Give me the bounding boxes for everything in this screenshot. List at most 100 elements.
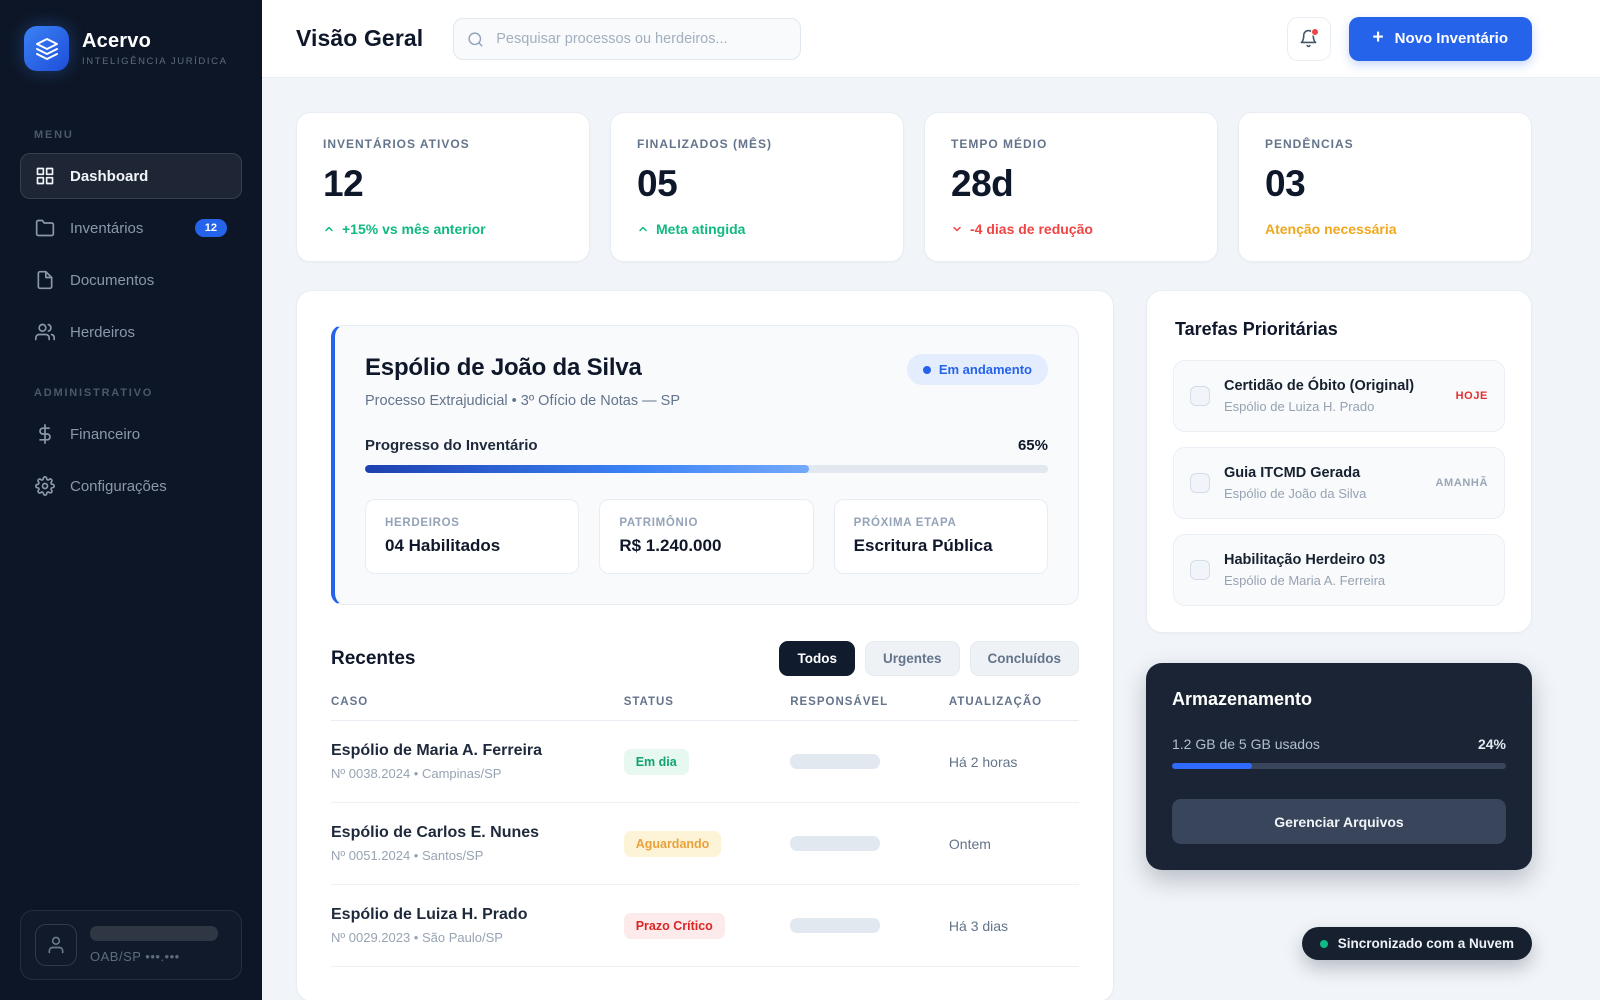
sync-status-label: Sincronizado com a Nuvem bbox=[1338, 936, 1514, 951]
main-column: Visão Geral + Novo Inventário INVEN bbox=[262, 0, 1600, 1000]
stat-value: 03 bbox=[1265, 163, 1505, 205]
stat-delta: Atenção necessária bbox=[1265, 221, 1505, 237]
manage-files-button[interactable]: Gerenciar Arquivos bbox=[1172, 799, 1506, 844]
table-row[interactable]: Espólio de Carlos E. Nunes Nº 0051.2024 … bbox=[331, 803, 1079, 885]
stat-label: TEMPO MÉDIO bbox=[951, 137, 1191, 151]
notifications-button[interactable] bbox=[1287, 17, 1331, 61]
stat-value: 12 bbox=[323, 163, 563, 205]
sidebar-item-inventarios[interactable]: Inventários 12 bbox=[20, 205, 242, 251]
priority-tasks-panel: Tarefas Prioritárias Certidão de Óbito (… bbox=[1146, 290, 1532, 633]
table-header: CASO STATUS RESPONSÁVEL ATUALIZAÇÃO bbox=[331, 696, 1079, 721]
task-item[interactable]: Guia ITCMD Gerada Espólio de João da Sil… bbox=[1173, 447, 1505, 519]
storage-panel: Armazenamento 1.2 GB de 5 GB usados 24% … bbox=[1146, 663, 1532, 870]
sidebar-item-label: Herdeiros bbox=[70, 324, 135, 341]
table-row[interactable]: Espólio de Maria A. Ferreira Nº 0038.202… bbox=[331, 721, 1079, 803]
gear-icon bbox=[35, 476, 55, 496]
featured-case-card: Espólio de João da Silva Em andamento Pr… bbox=[331, 325, 1079, 605]
sidebar-item-dashboard[interactable]: Dashboard bbox=[20, 153, 242, 199]
folder-icon bbox=[35, 218, 55, 238]
stats-row: INVENTÁRIOS ATIVOS 12 +15% vs mês anteri… bbox=[296, 112, 1532, 262]
stat-delta: +15% vs mês anterior bbox=[323, 221, 563, 237]
case-name: Espólio de Carlos E. Nunes bbox=[331, 824, 624, 842]
progress-label: Progresso do Inventário bbox=[365, 437, 538, 454]
sidebar-item-label: Financeiro bbox=[70, 426, 140, 443]
user-oab-label: OAB/SP •••.••• bbox=[90, 949, 218, 964]
task-checkbox[interactable] bbox=[1190, 560, 1210, 580]
avatar bbox=[35, 924, 77, 966]
responsavel-skeleton bbox=[790, 754, 880, 769]
status-dot-icon bbox=[923, 366, 931, 374]
storage-progress-fill bbox=[1172, 763, 1252, 769]
sidebar-item-documentos[interactable]: Documentos bbox=[20, 257, 242, 303]
filter-urgentes[interactable]: Urgentes bbox=[865, 641, 960, 676]
chevron-up-icon bbox=[637, 223, 649, 235]
tasks-title: Tarefas Prioritárias bbox=[1175, 319, 1505, 340]
recents-table: CASO STATUS RESPONSÁVEL ATUALIZAÇÃO Espó… bbox=[331, 696, 1079, 967]
table-row[interactable]: Espólio de Luiza H. Prado Nº 0029.2023 •… bbox=[331, 885, 1079, 967]
task-subtitle: Espólio de Maria A. Ferreira bbox=[1224, 573, 1474, 588]
task-item[interactable]: Habilitação Herdeiro 03 Espólio de Maria… bbox=[1173, 534, 1505, 606]
stat-card-finalizados: FINALIZADOS (MÊS) 05 Meta atingida bbox=[610, 112, 904, 262]
cloud-sync-badge: Sincronizado com a Nuvem bbox=[1302, 927, 1532, 960]
layers-icon bbox=[35, 37, 59, 61]
status-badge: Em andamento bbox=[907, 354, 1048, 385]
case-meta: Nº 0038.2024 • Campinas/SP bbox=[331, 766, 624, 781]
task-checkbox[interactable] bbox=[1190, 473, 1210, 493]
stat-delta: -4 dias de redução bbox=[951, 221, 1191, 237]
case-meta: Nº 0051.2024 • Santos/SP bbox=[331, 848, 624, 863]
stat-label: INVENTÁRIOS ATIVOS bbox=[323, 137, 563, 151]
brand-name: Acervo bbox=[82, 30, 228, 53]
task-checkbox[interactable] bbox=[1190, 386, 1210, 406]
inventory-progress-fill bbox=[365, 465, 809, 473]
menu-section-label: MENU bbox=[34, 129, 242, 141]
notification-dot bbox=[1311, 28, 1319, 36]
plus-icon: + bbox=[1373, 28, 1384, 47]
admin-section-label: ADMINISTRATIVO bbox=[34, 387, 242, 399]
chevron-down-icon bbox=[951, 223, 963, 235]
updated-label: Há 2 horas bbox=[949, 754, 1079, 770]
inventarios-count-badge: 12 bbox=[195, 219, 227, 237]
task-item[interactable]: Certidão de Óbito (Original) Espólio de … bbox=[1173, 360, 1505, 432]
task-due-tag: AMANHÃ bbox=[1436, 477, 1488, 489]
stat-value: 05 bbox=[637, 163, 877, 205]
overview-panel: Espólio de João da Silva Em andamento Pr… bbox=[296, 290, 1114, 1000]
search-input[interactable] bbox=[453, 18, 801, 60]
updated-label: Ontem bbox=[949, 836, 1079, 852]
task-title: Guia ITCMD Gerada bbox=[1224, 465, 1422, 481]
sidebar: Acervo INTELIGÊNCIA JURÍDICA MENU Dashbo… bbox=[0, 0, 262, 1000]
user-profile-card[interactable]: OAB/SP •••.••• bbox=[20, 910, 242, 980]
progress-percent: 65% bbox=[1018, 437, 1048, 454]
storage-usage-label: 1.2 GB de 5 GB usados bbox=[1172, 736, 1320, 752]
sidebar-item-herdeiros[interactable]: Herdeiros bbox=[20, 309, 242, 355]
person-icon bbox=[46, 935, 66, 955]
updated-label: Há 3 dias bbox=[949, 918, 1079, 934]
stat-label: FINALIZADOS (MÊS) bbox=[637, 137, 877, 151]
filter-todos[interactable]: Todos bbox=[779, 641, 855, 676]
case-name: Espólio de Luiza H. Prado bbox=[331, 906, 624, 924]
filter-concluidos[interactable]: Concluídos bbox=[970, 641, 1080, 676]
status-badge: Aguardando bbox=[624, 831, 722, 857]
recents-title: Recentes bbox=[331, 648, 416, 670]
featured-case-title: Espólio de João da Silva bbox=[365, 354, 642, 382]
status-badge: Prazo Crítico bbox=[624, 913, 725, 939]
task-title: Habilitação Herdeiro 03 bbox=[1224, 552, 1474, 568]
page-title: Visão Geral bbox=[296, 25, 423, 52]
sidebar-item-label: Dashboard bbox=[70, 168, 148, 185]
dollar-icon bbox=[35, 424, 55, 444]
topbar: Visão Geral + Novo Inventário bbox=[262, 0, 1600, 78]
sidebar-item-label: Documentos bbox=[70, 272, 154, 289]
metric-card-herdeiros: HERDEIROS 04 Habilitados bbox=[365, 499, 579, 574]
stat-value: 28d bbox=[951, 163, 1191, 205]
sidebar-item-configuracoes[interactable]: Configurações bbox=[20, 463, 242, 509]
recents-filters: Todos Urgentes Concluídos bbox=[779, 641, 1079, 676]
acervo-logo bbox=[24, 26, 69, 71]
storage-percent: 24% bbox=[1478, 736, 1506, 752]
new-inventory-button[interactable]: + Novo Inventário bbox=[1349, 17, 1532, 61]
grid-icon bbox=[35, 166, 55, 186]
stat-card-inventarios-ativos: INVENTÁRIOS ATIVOS 12 +15% vs mês anteri… bbox=[296, 112, 590, 262]
sidebar-item-financeiro[interactable]: Financeiro bbox=[20, 411, 242, 457]
users-icon bbox=[35, 322, 55, 342]
stat-card-pendencias: PENDÊNCIAS 03 Atenção necessária bbox=[1238, 112, 1532, 262]
responsavel-skeleton bbox=[790, 918, 880, 933]
sidebar-item-label: Configurações bbox=[70, 478, 167, 495]
